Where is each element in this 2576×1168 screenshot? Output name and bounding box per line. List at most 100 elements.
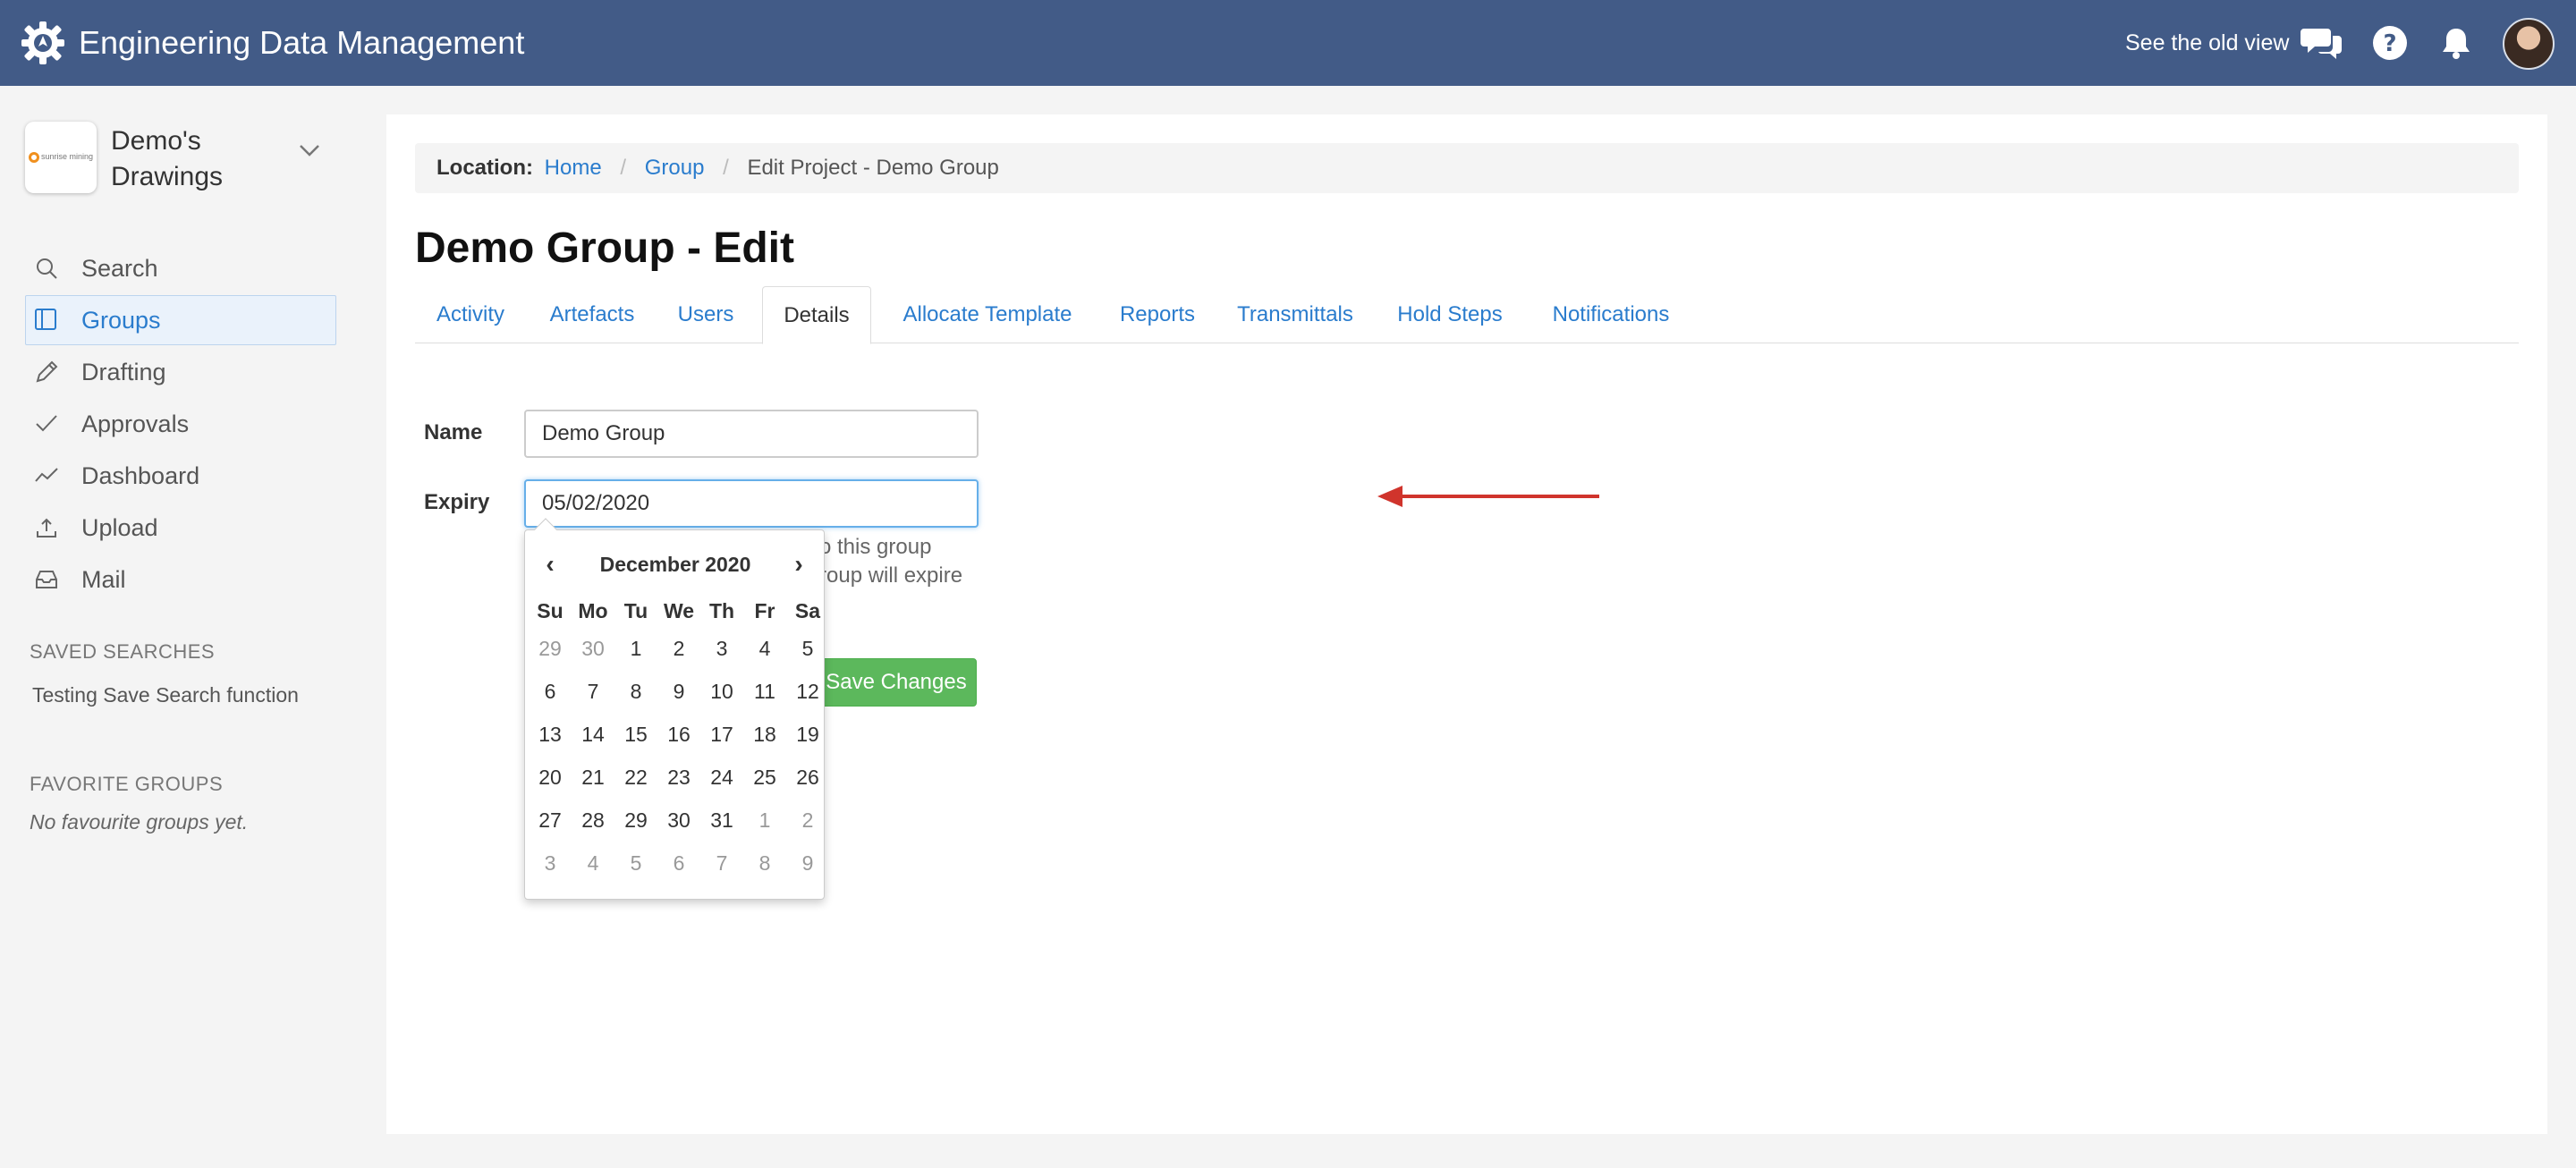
chat-icon[interactable]: [2301, 21, 2343, 64]
sidebar-item-label: Drafting: [81, 359, 166, 385]
datepicker-day[interactable]: 21: [573, 756, 613, 799]
saved-search-item[interactable]: Testing Save Search function: [32, 683, 299, 707]
tab-hold-steps[interactable]: Hold Steps: [1374, 286, 1526, 343]
sidebar-item-dashboard[interactable]: Dashboard: [25, 451, 336, 501]
breadcrumb: Location: Home / Group / Edit Project - …: [415, 143, 2519, 193]
datepicker-day[interactable]: 9: [788, 842, 827, 884]
datepicker-day[interactable]: 6: [659, 842, 699, 884]
saved-searches-heading: SAVED SEARCHES: [30, 640, 216, 663]
datepicker-day[interactable]: 23: [659, 756, 699, 799]
datepicker-day[interactable]: 17: [702, 713, 741, 756]
sidebar-item-drafting[interactable]: Drafting: [25, 347, 336, 397]
datepicker-day[interactable]: 30: [573, 627, 613, 670]
datepicker-day[interactable]: 9: [659, 670, 699, 713]
breadcrumb-home[interactable]: Home: [545, 156, 602, 180]
sidebar-item-label: Dashboard: [81, 462, 200, 489]
tab-notifications[interactable]: Notifications: [1528, 286, 1694, 343]
tab-artefacts[interactable]: Artefacts: [526, 286, 658, 343]
datepicker-day[interactable]: 13: [530, 713, 570, 756]
datepicker-day[interactable]: 20: [530, 756, 570, 799]
sidebar-item-groups[interactable]: Groups: [25, 295, 336, 345]
datepicker-day[interactable]: 15: [616, 713, 656, 756]
datepicker-day[interactable]: 12: [788, 670, 827, 713]
prev-month-icon[interactable]: ‹: [538, 552, 563, 577]
datepicker-weekday: Tu: [623, 599, 648, 622]
name-input[interactable]: Demo Group: [524, 410, 979, 458]
sidebar-nav: Search Groups Drafting Approvals Dashboa…: [25, 243, 336, 606]
datepicker-day[interactable]: 1: [745, 799, 784, 842]
datepicker-day[interactable]: 7: [573, 670, 613, 713]
datepicker-day[interactable]: 28: [573, 799, 613, 842]
help-icon[interactable]: ?: [2368, 21, 2411, 64]
org-logo-text: sunrise mining: [41, 152, 94, 161]
datepicker-day[interactable]: 29: [530, 627, 570, 670]
user-avatar[interactable]: [2503, 18, 2555, 70]
sidebar-item-mail[interactable]: Mail: [25, 554, 336, 605]
datepicker-grid: Su Mo Tu We Th Fr Sa 29 30 1 2 3 4 5 6 7 8 9 10 11 12 13 14 15 1…: [529, 595, 822, 884]
datepicker-weekday: Fr: [754, 599, 775, 622]
sidebar-item-upload[interactable]: Upload: [25, 503, 336, 553]
datepicker-day[interactable]: 11: [745, 670, 784, 713]
red-arrow-annotation: [1377, 486, 1599, 507]
datepicker-day[interactable]: 5: [616, 842, 656, 884]
tab-bar: Activity Artefacts Users Details Allocat…: [415, 286, 2519, 344]
org-logo[interactable]: sunrise mining: [25, 122, 97, 193]
datepicker-day[interactable]: 14: [573, 713, 613, 756]
datepicker-day[interactable]: 4: [745, 627, 784, 670]
next-month-icon[interactable]: ›: [786, 552, 811, 577]
tab-reports[interactable]: Reports: [1102, 286, 1213, 343]
datepicker-day[interactable]: 31: [702, 799, 741, 842]
datepicker-day[interactable]: 2: [788, 799, 827, 842]
tab-users[interactable]: Users: [658, 286, 753, 343]
datepicker-day[interactable]: 26: [788, 756, 827, 799]
chevron-down-icon[interactable]: [297, 141, 322, 159]
save-changes-button[interactable]: Save Changes: [816, 658, 977, 707]
breadcrumb-label: Location:: [436, 156, 533, 180]
expiry-date-input[interactable]: 05/02/2020: [524, 479, 979, 528]
datepicker-day[interactable]: 4: [573, 842, 613, 884]
expiry-label: Expiry: [424, 490, 490, 514]
sidebar-item-approvals[interactable]: Approvals: [25, 399, 336, 449]
upload-icon: [37, 518, 56, 537]
tab-allocate-template[interactable]: Allocate Template: [878, 286, 1097, 343]
datepicker-day[interactable]: 10: [702, 670, 741, 713]
tab-details[interactable]: Details: [762, 286, 871, 344]
datepicker-day[interactable]: 18: [745, 713, 784, 756]
datepicker-day[interactable]: 3: [530, 842, 570, 884]
datepicker-day[interactable]: 3: [702, 627, 741, 670]
datepicker-weekday: Th: [708, 599, 735, 622]
tab-activity[interactable]: Activity: [415, 286, 526, 343]
bell-icon[interactable]: [2435, 21, 2478, 64]
datepicker-day[interactable]: 30: [659, 799, 699, 842]
datepicker-day[interactable]: 5: [788, 627, 827, 670]
tab-transmittals[interactable]: Transmittals: [1218, 286, 1372, 343]
datepicker-day[interactable]: 1: [616, 627, 656, 670]
sidebar-item-label: Upload: [81, 514, 158, 541]
favorite-groups-heading: FAVORITE GROUPS: [30, 773, 224, 795]
breadcrumb-separator: /: [620, 156, 627, 180]
datepicker-month-title[interactable]: December 2020: [579, 550, 772, 579]
org-name[interactable]: Demo's Drawings: [111, 123, 290, 195]
expiry-help-text-line-1: o this group: [819, 535, 932, 559]
datepicker-day[interactable]: 25: [745, 756, 784, 799]
datepicker-weekday-row: Su Mo Tu We Th Fr Sa: [529, 595, 822, 627]
datepicker-day[interactable]: 22: [616, 756, 656, 799]
datepicker-day[interactable]: 8: [745, 842, 784, 884]
datepicker-day[interactable]: 29: [616, 799, 656, 842]
breadcrumb-group[interactable]: Group: [645, 156, 705, 180]
datepicker-day[interactable]: 27: [530, 799, 570, 842]
datepicker-day[interactable]: 6: [530, 670, 570, 713]
datepicker-day[interactable]: 2: [659, 627, 699, 670]
search-icon: [37, 258, 57, 279]
datepicker-day[interactable]: 8: [616, 670, 656, 713]
sidebar-item-search[interactable]: Search: [25, 243, 336, 293]
gear-logo-icon[interactable]: [20, 20, 66, 66]
old-view-link[interactable]: See the old view: [2125, 29, 2289, 57]
datepicker-day[interactable]: 24: [702, 756, 741, 799]
datepicker-day[interactable]: 7: [702, 842, 741, 884]
datepicker-weekday: Su: [537, 599, 564, 622]
datepicker-day[interactable]: 19: [788, 713, 827, 756]
datepicker-day[interactable]: 16: [659, 713, 699, 756]
app-title[interactable]: Engineering Data Management: [79, 24, 524, 62]
sidebar-item-label: Approvals: [81, 410, 190, 437]
